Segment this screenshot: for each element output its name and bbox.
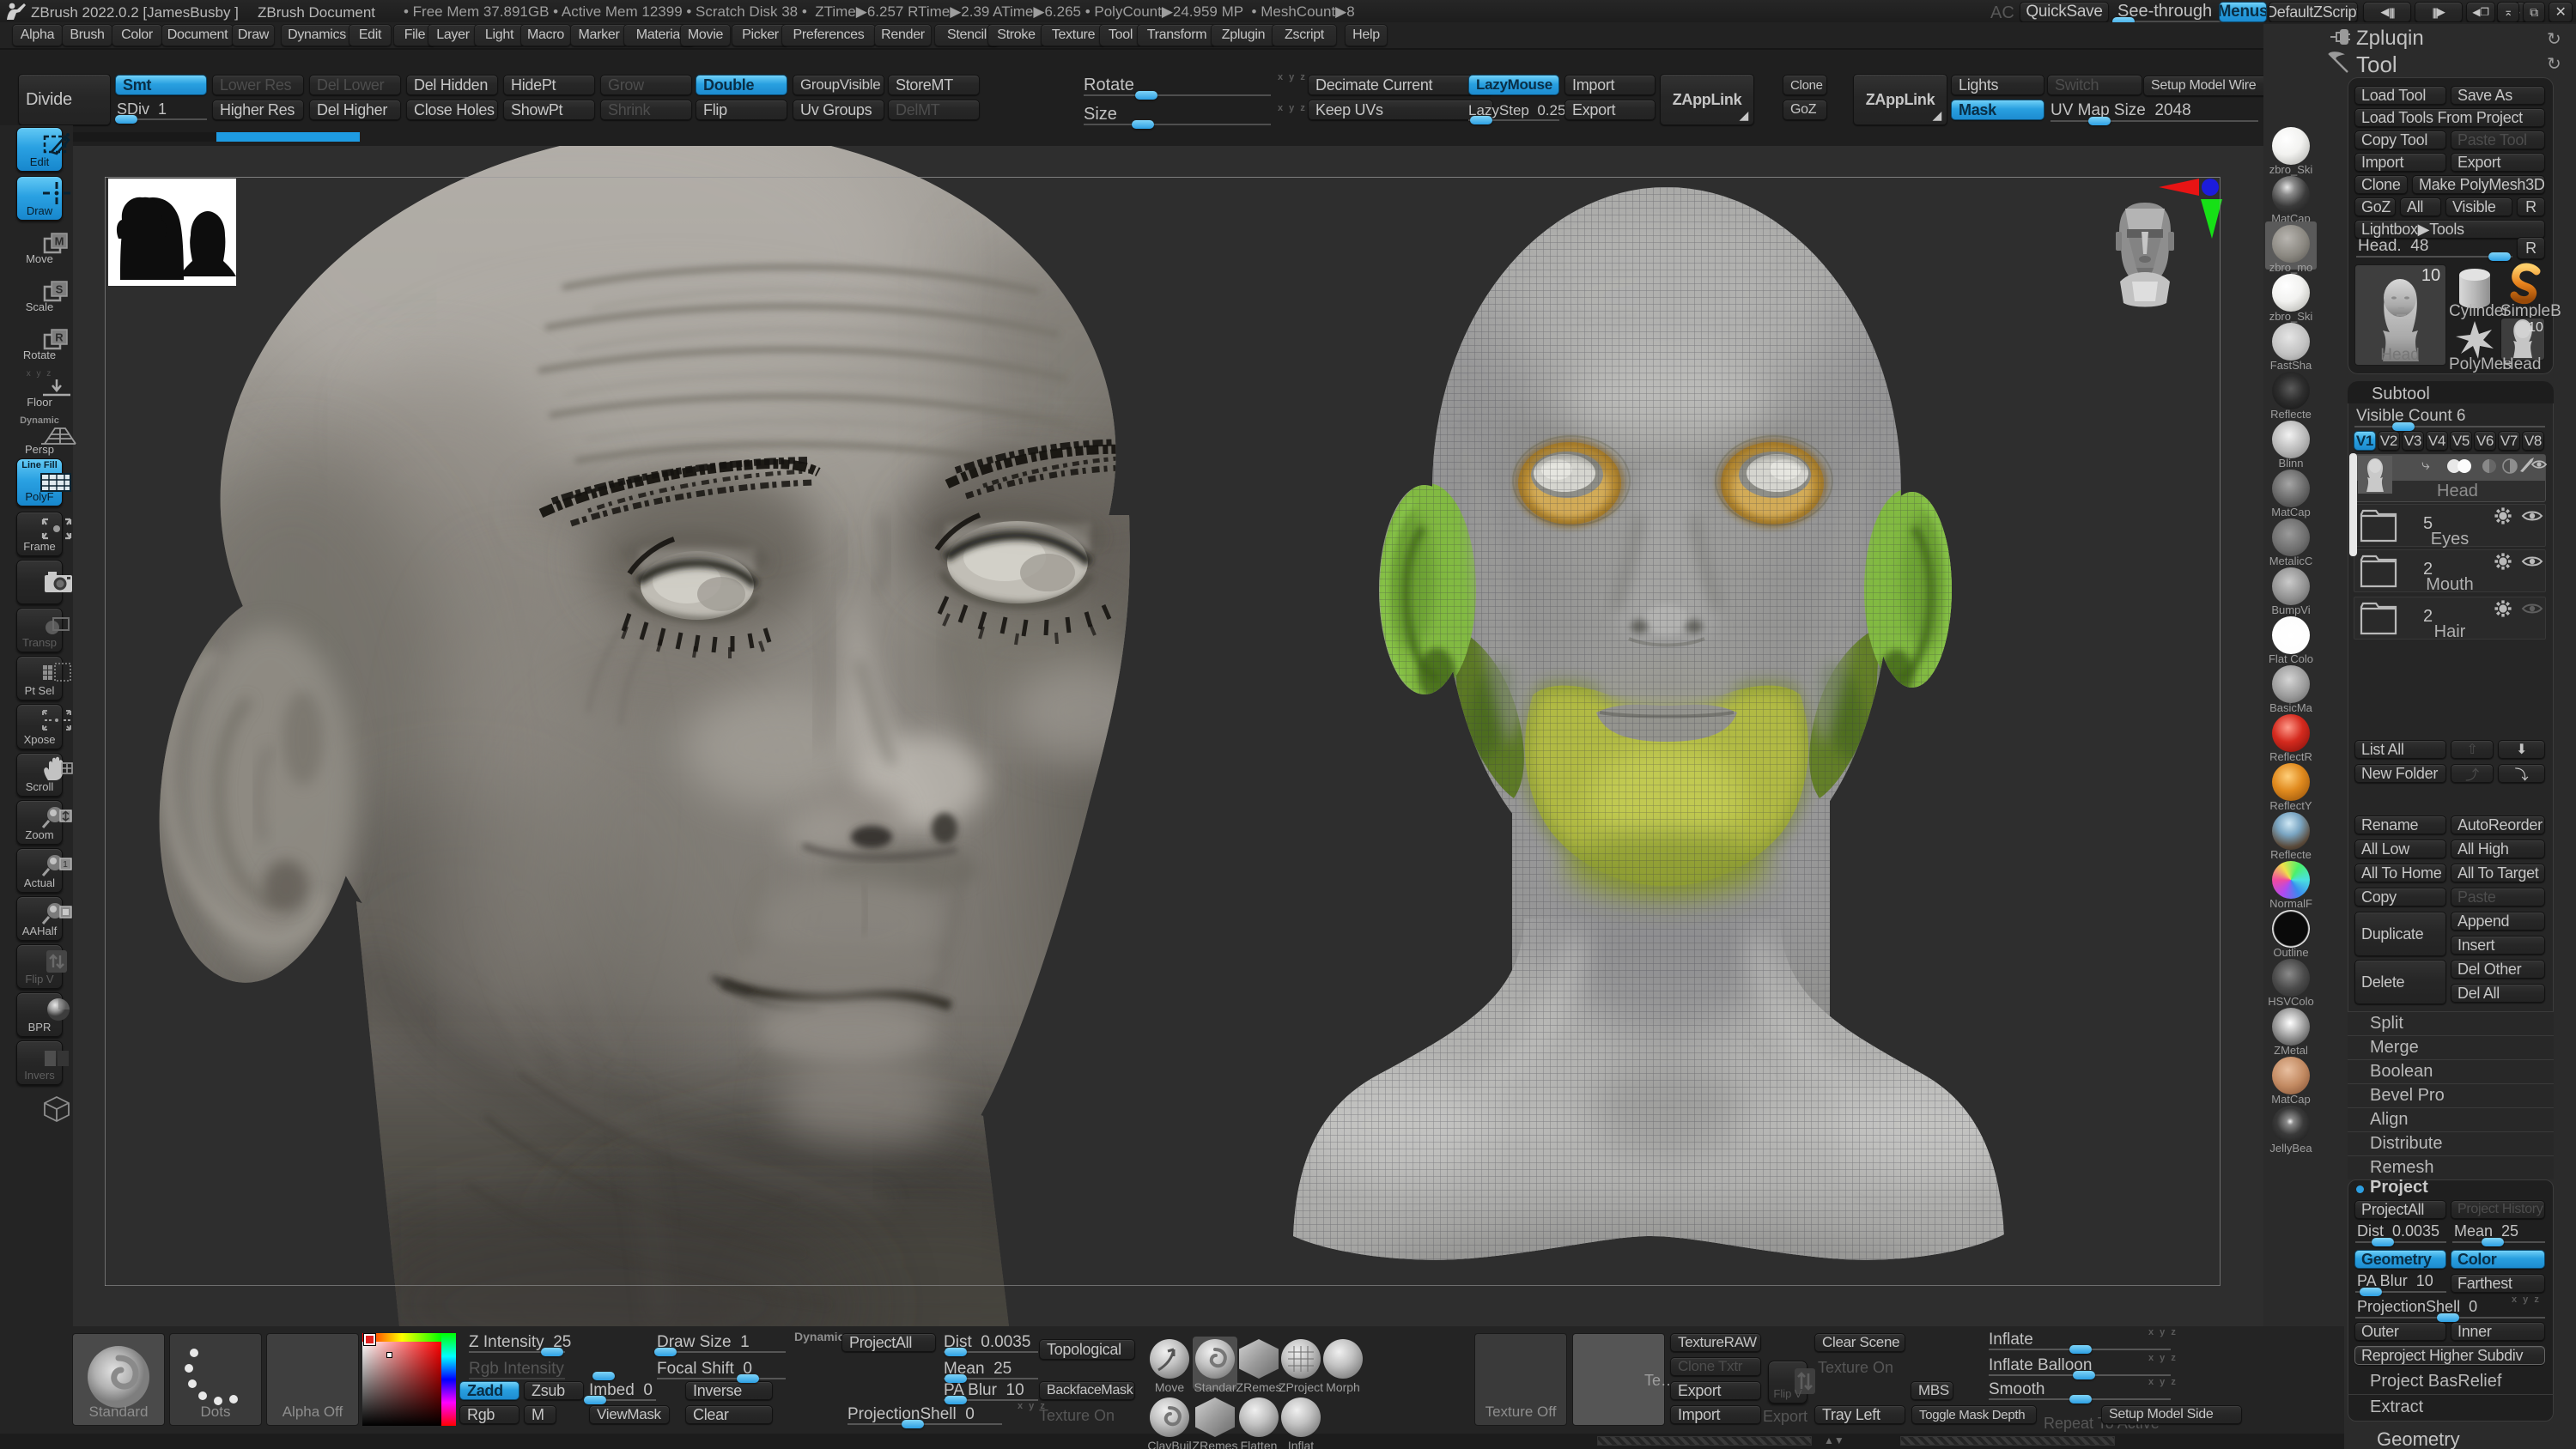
- svg-text:M: M: [55, 235, 64, 248]
- svg-text:Head: Head: [2380, 346, 2419, 364]
- svg-text:S: S: [56, 283, 64, 296]
- svg-text:R: R: [55, 331, 64, 344]
- svg-text:10: 10: [2528, 320, 2543, 335]
- svg-text:1: 1: [63, 860, 68, 870]
- svg-text:10: 10: [2421, 266, 2440, 285]
